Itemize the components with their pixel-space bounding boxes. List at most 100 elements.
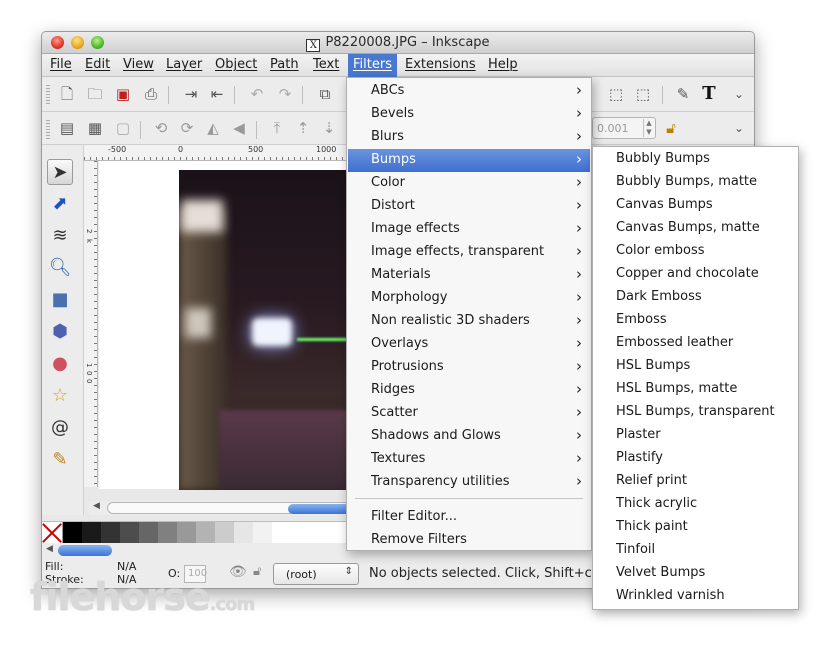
print-icon[interactable]: ⎙: [142, 85, 160, 103]
drawing-canvas[interactable]: [99, 161, 355, 490]
menu-edit[interactable]: Edit: [85, 57, 110, 72]
menu-file[interactable]: File: [50, 57, 72, 72]
no-paint-swatch[interactable]: [42, 522, 63, 544]
canvas-horizontal-scrollbar[interactable]: ◀: [89, 501, 368, 515]
bumps-item-velvet-bumps[interactable]: Velvet Bumps: [594, 562, 797, 585]
deselect-icon[interactable]: ▢: [114, 119, 132, 137]
filters-menu-item-non-realistic-3d-shaders[interactable]: Non realistic 3D shaders ›: [348, 310, 590, 333]
scroll-left-icon[interactable]: ◀: [93, 501, 100, 511]
color-swatch[interactable]: [291, 522, 310, 544]
import-icon[interactable]: ⇥: [182, 85, 200, 103]
selector-tool-icon[interactable]: ➤: [47, 159, 73, 185]
filters-menu-item-ridges[interactable]: Ridges ›: [348, 379, 590, 402]
text-font-icon[interactable]: T: [700, 85, 718, 103]
spiral-tool-icon[interactable]: @: [47, 415, 73, 441]
menu-text[interactable]: Text: [313, 57, 339, 72]
chevron-down-icon[interactable]: ⌄: [730, 119, 748, 137]
color-swatch[interactable]: [139, 522, 158, 544]
palette-scroll-thumb[interactable]: [58, 545, 112, 556]
open-folder-icon[interactable]: 🗀: [86, 85, 104, 103]
select-all-icon[interactable]: ▤: [58, 119, 76, 137]
color-swatch[interactable]: [120, 522, 139, 544]
menu-filters[interactable]: Filters: [348, 54, 397, 77]
bumps-item-copper-and-chocolate[interactable]: Copper and chocolate: [594, 263, 797, 286]
ellipse-tool-icon[interactable]: ●: [47, 351, 73, 377]
menu-extensions[interactable]: Extensions: [405, 57, 476, 72]
filters-menu-item-materials[interactable]: Materials ›: [348, 264, 590, 287]
bumps-item-hsl-bumps[interactable]: HSL Bumps: [594, 355, 797, 378]
bumps-item-color-emboss[interactable]: Color emboss: [594, 240, 797, 263]
bumps-item-emboss[interactable]: Emboss: [594, 309, 797, 332]
layer-selector[interactable]: (root) ⇕: [273, 563, 359, 585]
lower-icon[interactable]: ⇣: [320, 119, 338, 137]
color-swatch[interactable]: [101, 522, 120, 544]
rectangle-tool-icon[interactable]: ■: [47, 287, 73, 313]
bumps-item-dark-emboss[interactable]: Dark Emboss: [594, 286, 797, 309]
chevron-down-icon[interactable]: ⌄: [730, 85, 748, 103]
menu-view[interactable]: View: [123, 57, 154, 72]
spin-arrows-icon[interactable]: ▲ ▼: [643, 119, 654, 137]
filters-menu-item-bumps[interactable]: Bumps ›: [348, 149, 590, 172]
pencil-tool-icon[interactable]: ✎: [47, 447, 73, 473]
color-swatch[interactable]: [253, 522, 272, 544]
horizontal-ruler[interactable]: -500 0 500 1000: [84, 145, 354, 161]
toolbar-grip[interactable]: [46, 120, 50, 140]
flip-vertical-icon[interactable]: ◀: [230, 119, 248, 137]
bumps-item-hsl-bumps-transparent[interactable]: HSL Bumps, transparent: [594, 401, 797, 424]
redo-icon[interactable]: ↷: [276, 85, 294, 103]
vertical-ruler[interactable]: 2 k 1 0 0: [84, 161, 98, 487]
filters-menu-item-filter-editor[interactable]: Filter Editor...: [348, 506, 590, 529]
color-swatch[interactable]: [215, 522, 234, 544]
menu-path[interactable]: Path: [270, 57, 299, 72]
bumps-item-embossed-leather[interactable]: Embossed leather: [594, 332, 797, 355]
bumps-item-wrinkled-varnish[interactable]: Wrinkled varnish: [594, 585, 797, 608]
xml-editor-icon[interactable]: ✎: [674, 85, 692, 103]
node-tool-icon[interactable]: ⬈: [47, 191, 73, 217]
undo-icon[interactable]: ↶: [248, 85, 266, 103]
zoom-selection-icon[interactable]: ⬚: [607, 85, 625, 103]
bumps-item-thick-paint[interactable]: Thick paint: [594, 516, 797, 539]
filters-menu-item-blurs[interactable]: Blurs ›: [348, 126, 590, 149]
save-icon[interactable]: ▣: [114, 85, 132, 103]
duplicate-icon[interactable]: ⧉: [316, 85, 334, 103]
export-icon[interactable]: ⇤: [208, 85, 226, 103]
filters-menu-item-protrusions[interactable]: Protrusions ›: [348, 356, 590, 379]
color-swatch[interactable]: [177, 522, 196, 544]
bumps-item-canvas-bumps[interactable]: Canvas Bumps: [594, 194, 797, 217]
bumps-item-bubbly-bumps[interactable]: Bubbly Bumps: [594, 148, 797, 171]
3d-box-tool-icon[interactable]: ⬢: [47, 319, 73, 345]
filters-menu-item-color[interactable]: Color ›: [348, 172, 590, 195]
filters-menu-item-abcs[interactable]: ABCs ›: [348, 80, 590, 103]
filters-menu-item-transparency-utilities[interactable]: Transparency utilities ›: [348, 471, 590, 494]
lock-icon[interactable]: 🔓︎: [662, 119, 680, 137]
filters-menu-item-scatter[interactable]: Scatter ›: [348, 402, 590, 425]
zoom-drawing-icon[interactable]: ⬚: [634, 85, 652, 103]
new-document-icon[interactable]: 🗋: [58, 85, 76, 103]
color-swatch[interactable]: [82, 522, 101, 544]
select-all-layers-icon[interactable]: ▦: [86, 119, 104, 137]
menu-object[interactable]: Object: [215, 57, 257, 72]
bumps-item-canvas-bumps-matte[interactable]: Canvas Bumps, matte: [594, 217, 797, 240]
filters-menu-item-remove-filters[interactable]: Remove Filters: [348, 529, 590, 552]
tweak-tool-icon[interactable]: ≋: [47, 223, 73, 249]
scroll-track[interactable]: [107, 502, 368, 514]
color-swatch[interactable]: [234, 522, 253, 544]
flip-horizontal-icon[interactable]: ◭: [204, 119, 222, 137]
zoom-tool-icon[interactable]: 🔍︎: [47, 255, 73, 281]
bumps-item-plaster[interactable]: Plaster: [594, 424, 797, 447]
color-swatch[interactable]: [272, 522, 291, 544]
bumps-item-relief-print[interactable]: Relief print: [594, 470, 797, 493]
color-swatch[interactable]: [158, 522, 177, 544]
filters-menu-item-image-effects[interactable]: Image effects ›: [348, 218, 590, 241]
filters-menu-item-overlays[interactable]: Overlays ›: [348, 333, 590, 356]
filters-menu-item-distort[interactable]: Distort ›: [348, 195, 590, 218]
embedded-photo[interactable]: [179, 170, 355, 490]
menu-help[interactable]: Help: [488, 57, 518, 72]
bumps-item-bubbly-bumps-matte[interactable]: Bubbly Bumps, matte: [594, 171, 797, 194]
rotate-ccw-icon[interactable]: ⟲: [152, 119, 170, 137]
bumps-item-hsl-bumps-matte[interactable]: HSL Bumps, matte: [594, 378, 797, 401]
menu-layer[interactable]: Layer: [166, 57, 202, 72]
rotate-cw-icon[interactable]: ⟳: [178, 119, 196, 137]
toolbar-grip[interactable]: [46, 85, 50, 105]
filters-menu-item-textures[interactable]: Textures ›: [348, 448, 590, 471]
